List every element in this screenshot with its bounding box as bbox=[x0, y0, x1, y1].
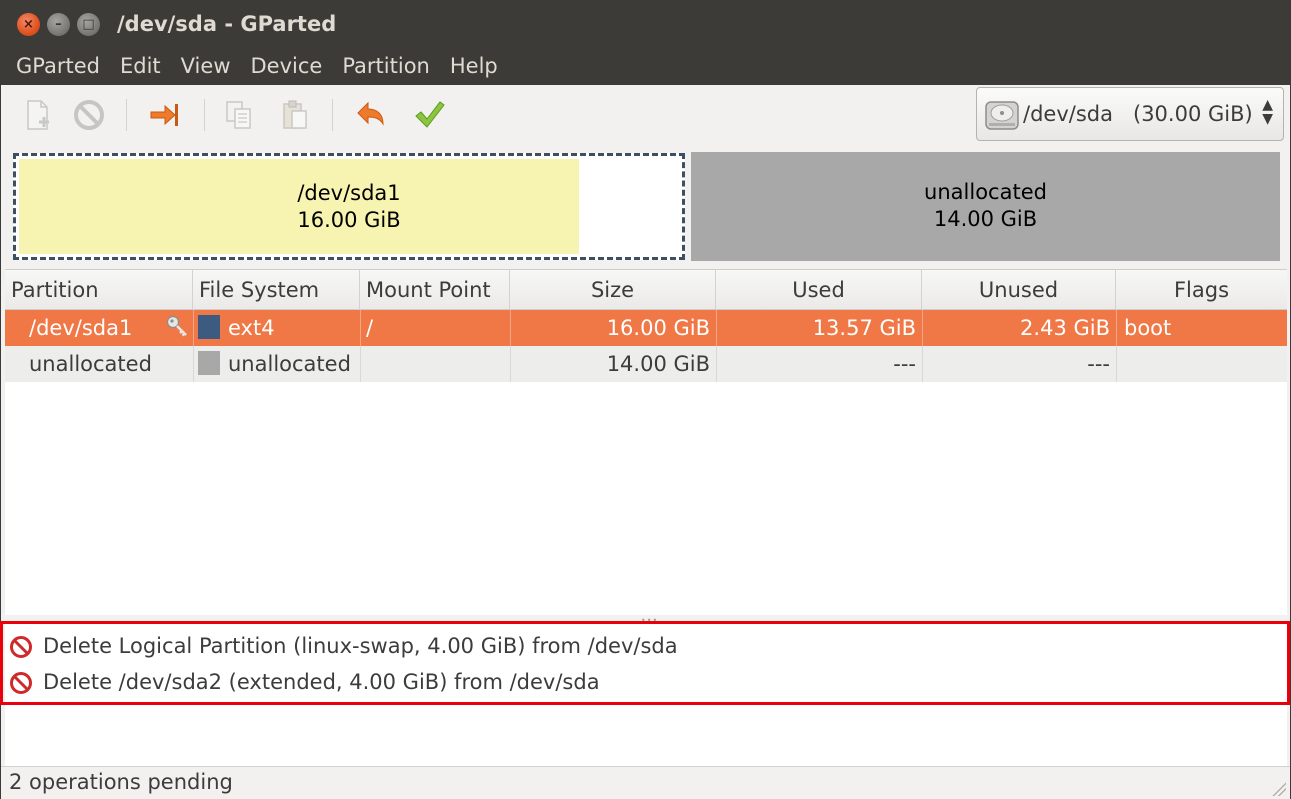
delete-icon bbox=[74, 100, 104, 130]
cell-used: 13.57 GiB bbox=[812, 316, 916, 340]
device-name: /dev/sda bbox=[1023, 102, 1113, 126]
gparted-window: × – □ /dev/sda - GParted GParted Edit Vi… bbox=[0, 0, 1291, 799]
column-separator bbox=[360, 310, 361, 346]
disk-map-partition-size: 14.00 GiB bbox=[933, 207, 1038, 231]
toolbar-separator bbox=[204, 99, 205, 131]
copy-icon bbox=[226, 101, 251, 129]
menu-gparted[interactable]: GParted bbox=[6, 48, 110, 85]
cell-partition: /dev/sda1 bbox=[29, 316, 133, 340]
disk-map-partition-size: 16.00 GiB bbox=[297, 208, 401, 232]
maximize-window-button[interactable]: □ bbox=[77, 13, 100, 36]
column-header-filesystem[interactable]: File System bbox=[193, 270, 360, 310]
new-partition-button[interactable] bbox=[17, 95, 57, 135]
column-separator bbox=[193, 310, 194, 346]
table-row[interactable]: unallocated unallocated 14.00 GiB --- --… bbox=[5, 346, 1287, 382]
undo-button[interactable] bbox=[351, 95, 391, 135]
menu-view[interactable]: View bbox=[171, 48, 241, 85]
column-header-size[interactable]: Size bbox=[510, 270, 716, 310]
column-header-unused[interactable]: Unused bbox=[922, 270, 1116, 310]
cell-mount-point: / bbox=[366, 316, 374, 340]
status-text: 2 operations pending bbox=[9, 770, 233, 794]
resize-move-button[interactable] bbox=[144, 95, 184, 135]
resize-move-icon bbox=[150, 104, 178, 126]
column-separator bbox=[193, 346, 194, 382]
apply-button[interactable] bbox=[409, 95, 449, 135]
table-header: Partition File System Mount Point Size U… bbox=[5, 270, 1287, 310]
delete-icon bbox=[10, 636, 32, 658]
device-selector[interactable]: /dev/sda (30.00 GiB) ▲ ▼ bbox=[976, 87, 1284, 141]
minimize-window-button[interactable]: – bbox=[47, 13, 70, 36]
new-partition-icon bbox=[27, 100, 49, 130]
menu-help[interactable]: Help bbox=[440, 48, 508, 85]
toolbar: /dev/sda (30.00 GiB) ▲ ▼ bbox=[1, 85, 1290, 145]
disk-map-partition-name: /dev/sda1 bbox=[297, 181, 401, 205]
column-header-flags[interactable]: Flags bbox=[1116, 270, 1287, 310]
key-mounted-icon bbox=[166, 315, 187, 337]
cell-used: --- bbox=[893, 352, 916, 376]
operation-text: Delete Logical Partition (linux-swap, 4.… bbox=[43, 634, 678, 658]
cell-flags: boot bbox=[1124, 316, 1172, 340]
filesystem-color-swatch bbox=[198, 315, 220, 339]
paste-button[interactable] bbox=[275, 95, 315, 135]
menu-device[interactable]: Device bbox=[241, 48, 333, 85]
menu-bar: GParted Edit View Device Partition Help bbox=[1, 48, 1290, 85]
column-header-used[interactable]: Used bbox=[716, 270, 922, 310]
undo-icon bbox=[357, 101, 384, 126]
cell-filesystem: unallocated bbox=[228, 352, 351, 376]
spinner-arrows-icon: ▲ ▼ bbox=[1262, 97, 1273, 127]
disk-map-partition-sda1[interactable]: /dev/sda1 16.00 GiB bbox=[13, 153, 685, 260]
column-separator bbox=[1116, 310, 1117, 346]
title-bar: × – □ /dev/sda - GParted bbox=[1, 1, 1290, 48]
operation-text: Delete /dev/sda2 (extended, 4.00 GiB) fr… bbox=[43, 670, 600, 694]
close-window-button[interactable]: × bbox=[17, 13, 40, 36]
hard-disk-icon bbox=[985, 101, 1019, 130]
filesystem-color-swatch bbox=[198, 351, 220, 375]
column-separator bbox=[1116, 346, 1117, 382]
pending-operations-list: Delete Logical Partition (linux-swap, 4.… bbox=[5, 621, 1287, 766]
cell-filesystem: ext4 bbox=[228, 316, 275, 340]
cell-size: 16.00 GiB bbox=[606, 316, 710, 340]
toolbar-separator bbox=[332, 99, 333, 131]
disk-map: /dev/sda1 16.00 GiB unallocated 14.00 Gi… bbox=[1, 145, 1290, 267]
paste-icon bbox=[283, 100, 307, 129]
column-header-mount-point[interactable]: Mount Point bbox=[360, 270, 510, 310]
copy-button[interactable] bbox=[219, 95, 259, 135]
cell-partition: unallocated bbox=[29, 352, 152, 376]
table-row[interactable]: /dev/sda1 ext4 / 16.00 GiB 13.57 GiB 2.4… bbox=[5, 310, 1287, 346]
column-header-partition[interactable]: Partition bbox=[5, 270, 193, 310]
disk-map-partition-name: unallocated bbox=[924, 180, 1047, 204]
window-title: /dev/sda - GParted bbox=[117, 12, 337, 36]
menu-partition[interactable]: Partition bbox=[332, 48, 440, 85]
cell-size: 14.00 GiB bbox=[606, 352, 710, 376]
status-bar: 2 operations pending bbox=[1, 766, 1290, 799]
menu-edit[interactable]: Edit bbox=[110, 48, 171, 85]
used-space-bar bbox=[19, 159, 579, 254]
cell-unused: --- bbox=[1087, 352, 1110, 376]
partition-table: Partition File System Mount Point Size U… bbox=[5, 269, 1287, 615]
toolbar-separator bbox=[126, 99, 127, 131]
resize-grip-icon[interactable] bbox=[1272, 782, 1286, 796]
disk-map-unallocated[interactable]: unallocated 14.00 GiB bbox=[691, 152, 1280, 261]
apply-check-icon bbox=[415, 101, 445, 128]
device-size: (30.00 GiB) bbox=[1133, 102, 1253, 126]
delete-partition-button[interactable] bbox=[69, 95, 109, 135]
cell-unused: 2.43 GiB bbox=[1020, 316, 1110, 340]
delete-icon bbox=[10, 672, 32, 694]
column-separator bbox=[360, 346, 361, 382]
